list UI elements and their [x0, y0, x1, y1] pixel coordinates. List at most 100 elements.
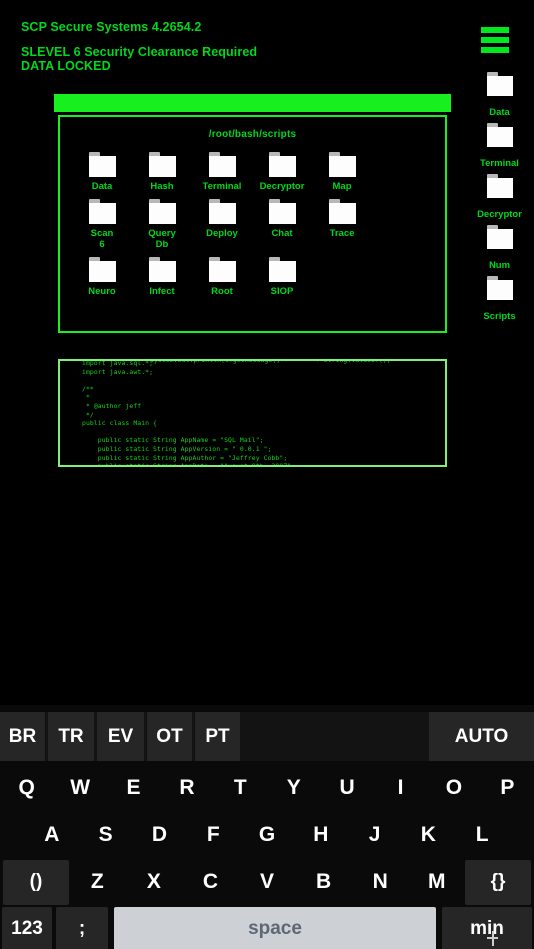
- suggestion-pt[interactable]: PT: [195, 712, 240, 761]
- folder-item-decryptor[interactable]: Decryptor: [252, 152, 312, 192]
- code-body-wrap: import java.sql.*; import java.awt.*; /*…: [60, 359, 445, 467]
- folder-label: Terminal: [202, 181, 242, 192]
- key-o[interactable]: O: [427, 765, 480, 811]
- folder-icon: [88, 199, 116, 224]
- folder-item-map[interactable]: Map: [312, 152, 372, 192]
- code-viewer-pane[interactable]: System.out.println(e.getMessage() + " " …: [58, 359, 447, 467]
- window-body: /root/bash/scripts Data Hash Terminal De…: [54, 112, 451, 471]
- current-path-label: /root/bash/scripts: [208, 129, 297, 140]
- hamburger-bar-3: [481, 47, 509, 53]
- dock-item-terminal[interactable]: Terminal: [465, 123, 534, 174]
- files-pane: /root/bash/scripts Data Hash Terminal De…: [58, 115, 447, 333]
- suggestion-tr[interactable]: TR: [48, 712, 94, 761]
- key-c[interactable]: C: [182, 859, 239, 905]
- numeric-mode-key[interactable]: 123: [2, 907, 52, 949]
- key-r[interactable]: R: [160, 765, 213, 811]
- key-q[interactable]: Q: [0, 765, 53, 811]
- key-z[interactable]: Z: [69, 859, 126, 905]
- space-key[interactable]: space: [114, 907, 436, 949]
- suggestion-br[interactable]: BR: [0, 712, 45, 761]
- folder-item-querydb[interactable]: Query Db: [132, 199, 192, 250]
- key-w[interactable]: W: [53, 765, 106, 811]
- dock-item-scripts[interactable]: Scripts: [465, 276, 534, 327]
- window-titlebar[interactable]: [54, 94, 451, 112]
- folder-item-trace[interactable]: Trace: [312, 199, 372, 250]
- key-i[interactable]: I: [374, 765, 427, 811]
- file-browser-window: /root/bash/scripts Data Hash Terminal De…: [54, 94, 451, 471]
- folder-row: Scan 6 Query Db Deploy Chat Trace: [72, 199, 433, 250]
- folder-label: Deploy: [206, 228, 238, 239]
- app-root: SCP Secure Systems 4.2654.2 SLEVEL 6 Sec…: [0, 0, 534, 949]
- hamburger-menu-icon[interactable]: [481, 27, 509, 53]
- dock-item-label: Terminal: [480, 158, 519, 169]
- keyboard-row-qwerty: Q W E R T Y U I O P: [0, 765, 534, 811]
- key-m[interactable]: M: [408, 859, 465, 905]
- key-v[interactable]: V: [239, 859, 296, 905]
- folder-item-scan6[interactable]: Scan 6: [72, 199, 132, 250]
- terminal-screen: SCP Secure Systems 4.2654.2 SLEVEL 6 Sec…: [0, 0, 534, 705]
- dock-item-label: Scripts: [483, 311, 516, 322]
- key-k[interactable]: K: [401, 812, 455, 858]
- folder-icon: [268, 152, 296, 177]
- keyboard-row-asdf: A S D F G H J K L: [0, 812, 534, 858]
- key-n[interactable]: N: [352, 859, 409, 905]
- auto-button[interactable]: AUTO: [429, 712, 534, 761]
- folder-item-data[interactable]: Data: [72, 152, 132, 192]
- key-b[interactable]: B: [295, 859, 352, 905]
- key-y[interactable]: Y: [267, 765, 320, 811]
- key-t[interactable]: T: [214, 765, 267, 811]
- folder-icon: [486, 276, 513, 300]
- key-g[interactable]: G: [240, 812, 294, 858]
- code-body: import java.sql.*; import java.awt.*; /*…: [82, 359, 296, 467]
- key-s[interactable]: S: [79, 812, 133, 858]
- key-f[interactable]: F: [186, 812, 240, 858]
- key-x[interactable]: X: [126, 859, 183, 905]
- key-u[interactable]: U: [320, 765, 373, 811]
- suggestion-ev[interactable]: EV: [97, 712, 144, 761]
- folder-item-infect[interactable]: Infect: [132, 257, 192, 297]
- key-a[interactable]: A: [25, 812, 79, 858]
- suggestion-ot[interactable]: OT: [147, 712, 192, 761]
- folder-item-root[interactable]: Root: [192, 257, 252, 297]
- folder-icon: [486, 72, 513, 96]
- dock-item-label: Decryptor: [477, 209, 522, 220]
- dock-item-num[interactable]: Num: [465, 225, 534, 276]
- min-key[interactable]: min: [442, 907, 532, 949]
- semicolon-key[interactable]: ;: [56, 907, 108, 949]
- folder-item-hash[interactable]: Hash: [132, 152, 192, 192]
- folder-icon: [268, 257, 296, 282]
- key-p[interactable]: P: [481, 765, 534, 811]
- folder-label: Scan 6: [90, 228, 114, 250]
- hamburger-bar-2: [481, 37, 509, 43]
- folder-icon: [486, 123, 513, 147]
- dock-item-decryptor[interactable]: Decryptor: [465, 174, 534, 225]
- folder-item-siop[interactable]: SIOP: [252, 257, 312, 297]
- folder-icon: [268, 199, 296, 224]
- folder-icon: [208, 257, 236, 282]
- folder-label: Trace: [329, 228, 355, 239]
- key-d[interactable]: D: [133, 812, 187, 858]
- dock-item-label: Data: [489, 107, 510, 118]
- folder-row: Neuro Infect Root SIOP: [72, 257, 433, 297]
- folder-item-chat[interactable]: Chat: [252, 199, 312, 250]
- data-locked-text: DATA LOCKED: [21, 59, 111, 73]
- folder-icon: [328, 199, 356, 224]
- braces-key[interactable]: {}: [465, 859, 532, 905]
- key-j[interactable]: J: [348, 812, 402, 858]
- parentheses-key[interactable]: (): [3, 859, 69, 905]
- folder-item-neuro[interactable]: Neuro: [72, 257, 132, 297]
- dock-item-label: Num: [488, 260, 511, 271]
- key-e[interactable]: E: [107, 765, 160, 811]
- dock-item-data[interactable]: Data: [465, 72, 534, 123]
- folder-item-terminal[interactable]: Terminal: [192, 152, 252, 192]
- folder-icon: [148, 199, 176, 224]
- folder-label: Hash: [150, 181, 174, 192]
- folder-label: Root: [211, 286, 233, 297]
- folder-label: Data: [91, 181, 113, 192]
- key-l[interactable]: L: [455, 812, 509, 858]
- on-screen-keyboard: BR TR EV OT PT AUTO Q W E R T Y U I O P …: [0, 705, 534, 949]
- folder-label: SIOP: [270, 286, 294, 297]
- key-h[interactable]: H: [294, 812, 348, 858]
- folder-icon: [208, 152, 236, 177]
- folder-item-deploy[interactable]: Deploy: [192, 199, 252, 250]
